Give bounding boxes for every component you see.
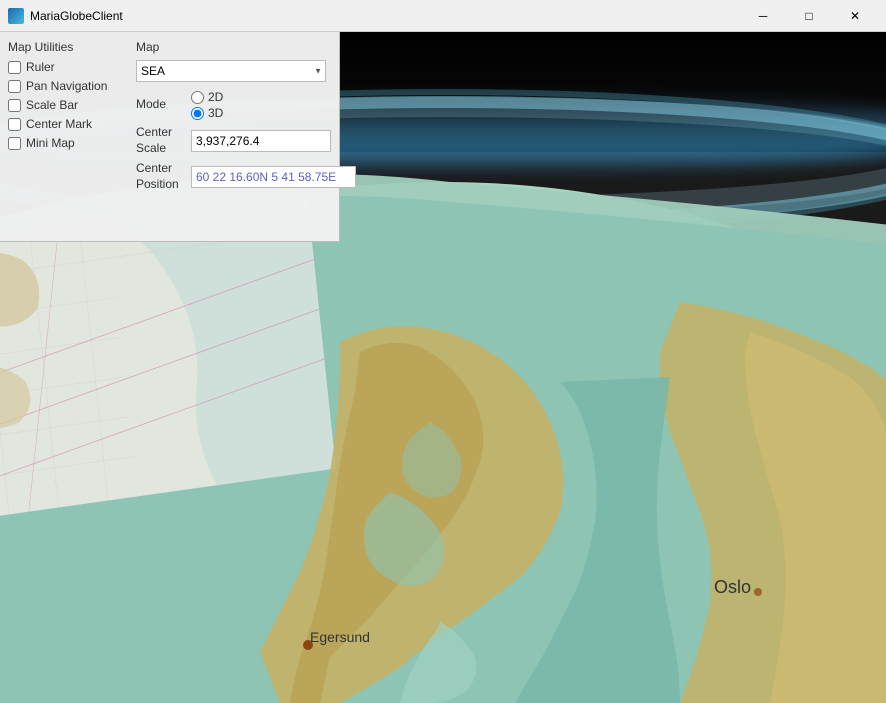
center-scale-label: Center Scale [136, 125, 191, 156]
ruler-checkbox[interactable] [8, 61, 21, 74]
title-bar-text: MariaGlobeClient [30, 9, 740, 23]
minimize-button[interactable]: ─ [740, 0, 786, 32]
mini-map-checkbox[interactable] [8, 137, 21, 150]
map-settings-section: Map SEA NOR MED ATL ▼ Mode [136, 40, 356, 197]
mode-radio-group: 2D 3D [191, 90, 223, 120]
control-panel: Map Utilities Ruler Pan Navigation Scale… [0, 32, 340, 242]
center-position-input[interactable] [191, 166, 356, 188]
center-position-label: Center Position [136, 161, 191, 192]
mode-3d-item[interactable]: 3D [191, 106, 223, 120]
mode-3d-radio[interactable] [191, 107, 204, 120]
mode-row: Mode 2D 3D [136, 90, 356, 120]
mode-2d-label: 2D [208, 90, 223, 104]
center-mark-checkbox-row[interactable]: Center Mark [8, 117, 128, 131]
pan-navigation-checkbox[interactable] [8, 80, 21, 93]
map-dropdown-wrapper[interactable]: SEA NOR MED ATL ▼ [136, 60, 326, 82]
close-button[interactable]: ✕ [832, 0, 878, 32]
title-bar: MariaGlobeClient ─ □ ✕ [0, 0, 886, 32]
mode-3d-label: 3D [208, 106, 223, 120]
mini-map-checkbox-row[interactable]: Mini Map [8, 136, 128, 150]
map-section-label: Map [136, 40, 356, 54]
center-mark-label: Center Mark [26, 117, 92, 131]
center-scale-row: Center Scale [136, 125, 356, 156]
ruler-checkbox-row[interactable]: Ruler [8, 60, 128, 74]
mini-map-label: Mini Map [26, 136, 75, 150]
map-utilities-label: Map Utilities [8, 40, 128, 54]
center-mark-checkbox[interactable] [8, 118, 21, 131]
egersund-label: Egersund [310, 629, 370, 645]
window-content: Stavanger Ålesund [0, 32, 886, 703]
mode-label: Mode [136, 97, 191, 113]
map-utilities-section: Map Utilities Ruler Pan Navigation Scale… [8, 40, 128, 197]
title-bar-controls: ─ □ ✕ [740, 0, 878, 32]
scale-bar-checkbox-row[interactable]: Scale Bar [8, 98, 128, 112]
pan-navigation-checkbox-row[interactable]: Pan Navigation [8, 79, 128, 93]
oslo-label: Oslo [714, 577, 751, 598]
pan-navigation-label: Pan Navigation [26, 79, 107, 93]
mode-2d-item[interactable]: 2D [191, 90, 223, 104]
app-icon [8, 8, 24, 24]
map-dropdown[interactable]: SEA NOR MED ATL [136, 60, 326, 82]
ruler-label: Ruler [26, 60, 55, 74]
maximize-button[interactable]: □ [786, 0, 832, 32]
center-scale-input[interactable] [191, 130, 331, 152]
mode-2d-radio[interactable] [191, 91, 204, 104]
scale-bar-label: Scale Bar [26, 98, 78, 112]
scale-bar-checkbox[interactable] [8, 99, 21, 112]
center-position-row: Center Position [136, 161, 356, 192]
